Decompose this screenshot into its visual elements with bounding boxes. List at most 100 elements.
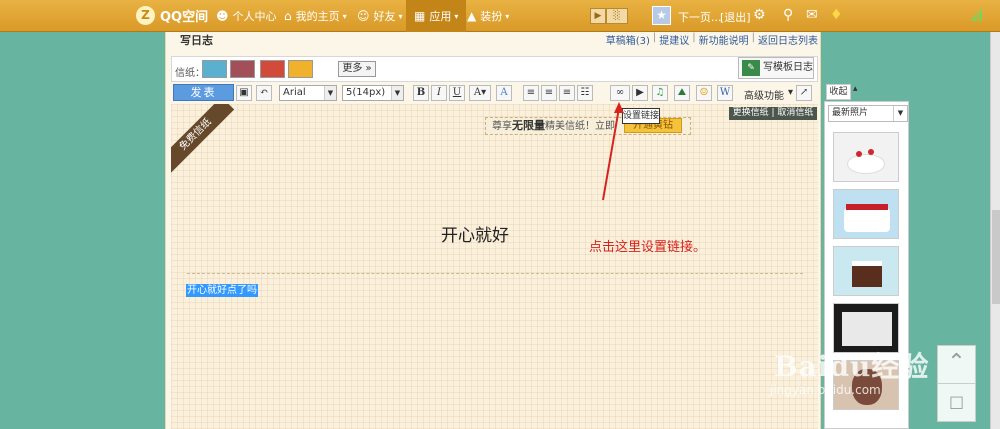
photo-category-select[interactable]: 最新照片 ▼ bbox=[828, 105, 908, 122]
link-tooltip: 设置链接 bbox=[622, 108, 660, 124]
editor-toolbar: 发表 ▣ ↶ Arial ▼ 5(14px) ▼ B I U A▾ A ≡ ≡ … bbox=[166, 84, 822, 102]
selected-body-text[interactable]: 开心就好点了吗 bbox=[186, 284, 258, 297]
nav-my-homepage[interactable]: ⌂ 我的主页 ▾ bbox=[284, 0, 347, 32]
word-import-icon[interactable]: W bbox=[717, 85, 733, 101]
editor-canvas[interactable]: 免费信纸 尊享无限量精美信纸！立即 开通黄钻 开心就好 点击这里设置链接。 开心… bbox=[171, 104, 818, 429]
back-to-top-icon[interactable]: ⌃ bbox=[937, 345, 976, 384]
align-left-icon[interactable]: ≡ bbox=[523, 85, 539, 101]
music-icon[interactable]: ♫ bbox=[652, 85, 668, 101]
user-avatar[interactable]: ★ bbox=[652, 6, 671, 25]
stationery-row: 信纸： 更多 » ✎ 写模板日志 bbox=[171, 56, 818, 82]
align-right-icon[interactable]: ≡ bbox=[559, 85, 575, 101]
drafts-link[interactable]: 草稿箱(3) bbox=[606, 32, 650, 47]
clear-format-icon[interactable]: ☷ bbox=[577, 85, 593, 101]
page-scrollbar[interactable] bbox=[990, 32, 1000, 429]
nav-label: 我的主页 bbox=[295, 10, 340, 23]
nav-apps[interactable]: ▦ 应用 ▾ bbox=[406, 0, 467, 32]
editor-title-bar: 写日志 草稿箱(3) | 提建议 | 新功能说明 | 返回日志列表 bbox=[166, 32, 822, 47]
image-icon[interactable]: ⛰ bbox=[674, 85, 690, 101]
diamond-icon[interactable]: ♦ bbox=[830, 7, 843, 23]
promo-highlight: 无限量 bbox=[512, 119, 545, 132]
chevron-down-icon: ▾ bbox=[454, 11, 459, 21]
undo-icon[interactable]: ↶ bbox=[256, 85, 272, 101]
photo-thumbnail[interactable] bbox=[833, 246, 899, 296]
signal-icon bbox=[971, 9, 982, 21]
template-blog-button[interactable]: ✎ 写模板日志 bbox=[738, 57, 814, 79]
chevron-down-icon: ▾ bbox=[505, 11, 510, 21]
next-page-link[interactable]: 下一页... bbox=[678, 9, 722, 25]
nav-label: 个人中心 bbox=[232, 10, 277, 23]
title-divider bbox=[187, 273, 803, 274]
nav-decorate[interactable]: ▲ 装扮 ▾ bbox=[467, 0, 509, 32]
expand-icon[interactable]: ↗ bbox=[796, 85, 812, 101]
underline-button[interactable]: U bbox=[449, 85, 465, 101]
scrollbar-thumb[interactable] bbox=[992, 210, 1000, 304]
chevron-down-icon[interactable]: ▾ bbox=[788, 87, 793, 98]
promo-suffix: 精美信纸！立即 bbox=[545, 121, 615, 132]
stationery-thumb-bird[interactable] bbox=[202, 60, 227, 78]
chevron-down-icon: ▼ bbox=[893, 106, 907, 121]
logout-link[interactable]: [退出] bbox=[720, 9, 751, 25]
nav-personal-center[interactable]: ☻ 个人中心 bbox=[216, 0, 277, 32]
stationery-actions[interactable]: 更换信纸 | 取消信纸 bbox=[729, 107, 817, 120]
publish-button[interactable]: 发表 bbox=[173, 84, 234, 101]
align-center-icon[interactable]: ≡ bbox=[541, 85, 557, 101]
save-icon[interactable]: ▣ bbox=[236, 85, 252, 101]
search-icon[interactable]: ⚲ bbox=[783, 7, 793, 23]
bold-button[interactable]: B bbox=[413, 85, 429, 101]
instruction-annotation: 点击这里设置链接。 bbox=[589, 240, 707, 255]
separator: | bbox=[751, 32, 755, 43]
person-icon: ☻ bbox=[216, 9, 229, 23]
highlight-icon[interactable]: A bbox=[496, 85, 512, 101]
document-title[interactable]: 开心就好 bbox=[441, 221, 509, 246]
stationery-thumb-flower[interactable] bbox=[288, 60, 313, 78]
stationery-thumb-seal[interactable] bbox=[260, 60, 285, 78]
font-family-select[interactable]: Arial ▼ bbox=[279, 85, 337, 101]
play-icon[interactable]: ▶ bbox=[590, 8, 606, 24]
stationery-thumb-balloon[interactable] bbox=[230, 60, 255, 78]
home-icon: ⌂ bbox=[284, 9, 292, 23]
stationery-background bbox=[171, 104, 818, 429]
equalizer-icon[interactable]: ░ bbox=[606, 8, 628, 24]
italic-button[interactable]: I bbox=[431, 85, 447, 101]
collapse-tab[interactable]: 收起 bbox=[826, 84, 851, 100]
brand-name: QQ空间 bbox=[160, 10, 209, 25]
new-features-link[interactable]: 新功能说明 bbox=[699, 32, 749, 47]
apps-icon: ▦ bbox=[414, 9, 426, 23]
separator: | bbox=[652, 32, 657, 43]
font-size-value: 5(14px) bbox=[346, 87, 386, 98]
more-stationery-button[interactable]: 更多 » bbox=[338, 61, 376, 77]
top-navigation-bar: Z QQ空间 ☻ 个人中心 ⌂ 我的主页 ▾ ☺ 好友 ▾ ▦ 应用 ▾ ▲ 装… bbox=[0, 0, 1000, 32]
font-color-icon[interactable]: A▾ bbox=[469, 85, 491, 101]
nav-label: 应用 bbox=[429, 10, 452, 23]
font-family-value: Arial bbox=[283, 87, 306, 98]
emoji-icon[interactable]: ☺ bbox=[696, 85, 712, 101]
nav-friends[interactable]: ☺ 好友 ▾ bbox=[357, 0, 403, 32]
promo-prefix: 尊享 bbox=[492, 121, 512, 132]
chevron-up-icon[interactable]: ▴ bbox=[853, 84, 858, 94]
chevron-down-icon: ▼ bbox=[324, 86, 336, 100]
shirt-icon: ▲ bbox=[467, 9, 477, 23]
template-icon: ✎ bbox=[742, 60, 760, 76]
title-links: 草稿箱(3) | 提建议 | 新功能说明 | 返回日志列表 bbox=[606, 32, 818, 47]
feedback-link[interactable]: 提建议 bbox=[659, 32, 689, 47]
feedback-icon[interactable]: □ bbox=[937, 383, 976, 422]
qzone-logo[interactable]: Z QQ空间 bbox=[136, 6, 208, 25]
back-to-list-link[interactable]: 返回日志列表 bbox=[758, 32, 818, 47]
blog-editor-panel: 写日志 草稿箱(3) | 提建议 | 新功能说明 | 返回日志列表 信纸： 更多… bbox=[165, 32, 821, 429]
font-size-select[interactable]: 5(14px) ▼ bbox=[342, 85, 404, 101]
video-icon[interactable]: ▶ bbox=[632, 85, 648, 101]
chevron-down-icon: ▾ bbox=[398, 11, 403, 21]
separator: | bbox=[692, 32, 696, 43]
advanced-features-label[interactable]: 高级功能 bbox=[744, 87, 784, 102]
chevron-down-icon: ▾ bbox=[342, 11, 347, 21]
photo-category-value: 最新照片 bbox=[832, 108, 869, 118]
stationery-label: 信纸： bbox=[175, 68, 205, 79]
link-icon[interactable]: ∞ bbox=[610, 85, 630, 101]
photo-thumbnail[interactable] bbox=[833, 189, 899, 239]
qzone-logo-icon: Z bbox=[136, 6, 155, 25]
gear-icon[interactable]: ⚙ bbox=[753, 7, 766, 23]
baidu-watermark: Baidu经验 bbox=[774, 350, 930, 383]
mail-icon[interactable]: ✉ bbox=[806, 7, 818, 23]
photo-thumbnail[interactable] bbox=[833, 132, 899, 182]
